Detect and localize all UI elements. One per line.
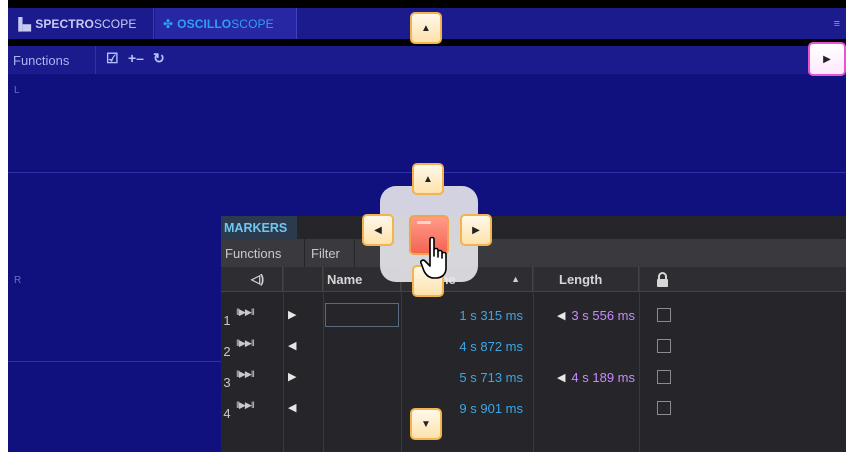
play-marker-icon[interactable]: II▶▶II <box>236 400 255 411</box>
channel-right-label: R <box>14 275 22 286</box>
arrow-down-icon: ▼ <box>421 418 431 430</box>
column-separator <box>639 267 640 452</box>
column-header-length[interactable]: Length <box>533 267 639 291</box>
spectroscope-icon: ▐▄ <box>14 16 32 31</box>
marker-direction-right-icon: ▶ <box>288 309 297 321</box>
tab-oscilloscope-label-bold: OSCILLO <box>177 16 232 31</box>
dock-top-button[interactable]: ▲ <box>410 12 442 44</box>
tab-spectroscope-label: SCOPE <box>93 16 137 31</box>
marker-time[interactable]: 4 s 872 ms <box>401 334 533 359</box>
checklist-icon[interactable]: ☑ <box>106 50 119 67</box>
row-number: 1 <box>223 313 231 328</box>
column-header-direction[interactable] <box>283 267 323 291</box>
marker-name-field[interactable] <box>325 396 399 420</box>
scope-toolbar: Functions ☑ +– ↻ <box>8 46 846 74</box>
tab-stack-icon <box>417 221 431 224</box>
column-header-play[interactable]: ◁) <box>221 267 283 291</box>
scope-functions-label: Functions <box>13 52 70 68</box>
markers-tab-label: MARKERS <box>224 220 288 235</box>
length-left-arrow-icon: ◀ <box>556 310 566 322</box>
marker-time[interactable]: 1 s 315 ms <box>401 303 533 328</box>
tab-markers[interactable]: MARKERS <box>221 216 297 239</box>
marker-lock-checkbox[interactable] <box>657 308 671 322</box>
markers-filter-label: Filter <box>311 245 340 261</box>
dock-right-edge-button[interactable]: ▶ <box>808 42 846 76</box>
marker-length-cell[interactable]: ◀ 4 s 189 ms <box>535 365 639 390</box>
row-number: 4 <box>223 406 231 421</box>
column-length-label: Length <box>559 271 603 287</box>
marker-name-field[interactable] <box>325 334 399 358</box>
marker-direction-left-icon: ◀ <box>288 402 297 414</box>
marker-direction-left-icon: ◀ <box>288 340 297 352</box>
play-marker-icon[interactable]: II▶▶II <box>236 307 255 318</box>
play-marker-icon[interactable]: II▶▶II <box>236 369 255 380</box>
lock-icon <box>656 271 668 287</box>
table-row[interactable]: 2 II▶▶II ◀ 4 s 872 ms <box>221 334 846 359</box>
dock-panel-left-button[interactable]: ◀ <box>362 214 394 246</box>
arrow-right-icon: ▶ <box>823 53 831 65</box>
marker-lock-checkbox[interactable] <box>657 339 671 353</box>
oscilloscope-icon: ✤ <box>163 16 174 31</box>
markers-panel: MARKERS Functions Filter ◁) Name me ▲ Le… <box>221 216 846 452</box>
panel-menu-icon[interactable]: ≡ <box>834 18 840 30</box>
tab-spectroscope-label-bold: SPECTRO <box>35 16 94 31</box>
tab-oscilloscope-label: SCOPE <box>231 16 274 31</box>
plus-minus-icon[interactable]: +– <box>128 50 144 66</box>
marker-lock-checkbox[interactable] <box>657 370 671 384</box>
channel-left-label: L <box>14 85 20 96</box>
table-row[interactable]: 1 II▶▶II ▶ 1 s 315 ms ◀ 3 s 556 ms <box>221 303 846 328</box>
column-separator <box>283 267 284 452</box>
table-row[interactable]: 3 II▶▶II ▶ 5 s 713 ms ◀ 4 s 189 ms <box>221 365 846 390</box>
marker-length-cell[interactable] <box>535 396 639 421</box>
column-separator <box>323 267 324 452</box>
markers-toolbar: Functions Filter <box>221 239 846 267</box>
marker-name-field[interactable] <box>325 303 399 327</box>
scope-functions-menu[interactable]: Functions <box>8 46 96 74</box>
column-name-label: Name <box>327 271 363 287</box>
column-separator <box>401 267 402 452</box>
marker-length-cell[interactable]: ◀ 3 s 556 ms <box>535 303 639 328</box>
marker-direction-right-icon: ▶ <box>288 371 297 383</box>
row-number: 2 <box>223 344 231 359</box>
markers-filter-menu[interactable]: Filter <box>305 239 355 267</box>
dock-panel-right-button[interactable]: ▶ <box>460 214 492 246</box>
markers-functions-label: Functions <box>225 245 282 261</box>
marker-lock-checkbox[interactable] <box>657 401 671 415</box>
dock-panel-top-button[interactable]: ▲ <box>412 163 444 195</box>
column-separator <box>533 267 534 452</box>
marker-length-cell[interactable] <box>535 334 639 359</box>
marker-time[interactable]: 5 s 713 ms <box>401 365 533 390</box>
sort-ascending-icon: ▲ <box>511 274 520 284</box>
markers-functions-menu[interactable]: Functions <box>221 239 305 267</box>
reset-icon[interactable]: ↻ <box>153 50 165 67</box>
arrow-up-icon: ▲ <box>423 173 433 185</box>
marker-length: 4 s 189 ms <box>571 370 635 385</box>
tab-spectroscope[interactable]: ▐▄ SPECTRO SCOPE <box>8 8 154 39</box>
table-row[interactable]: 4 II▶▶II ◀ 9 s 901 ms <box>221 396 846 421</box>
row-number: 3 <box>223 375 231 390</box>
play-marker-icon[interactable]: II▶▶II <box>236 338 255 349</box>
arrow-up-icon: ▲ <box>421 22 431 34</box>
speaker-icon: ◁) <box>250 272 265 286</box>
marker-length: 3 s 556 ms <box>571 308 635 323</box>
hand-cursor-icon <box>420 236 447 279</box>
tab-oscilloscope[interactable]: ✤ OSCILLO SCOPE <box>155 8 297 39</box>
dock-bottom-button[interactable]: ▼ <box>410 408 442 440</box>
column-header-lock[interactable] <box>639 267 685 291</box>
marker-name-field[interactable] <box>325 365 399 389</box>
length-left-arrow-icon: ◀ <box>556 372 566 384</box>
arrow-right-icon: ▶ <box>472 224 480 236</box>
arrow-left-icon: ◀ <box>374 224 382 236</box>
